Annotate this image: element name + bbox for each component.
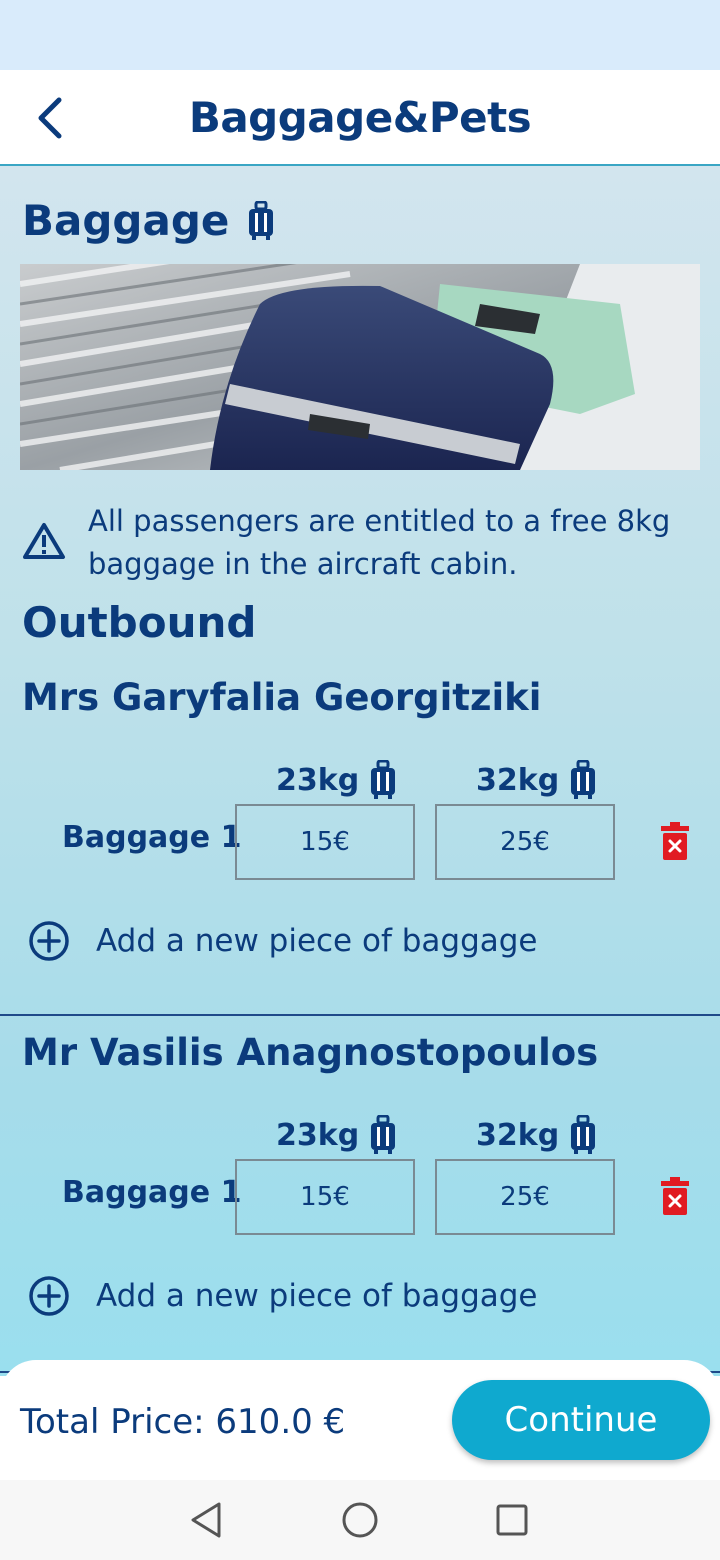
weight-label: 23kg: [276, 762, 360, 798]
nav-back-button[interactable]: [186, 1500, 226, 1540]
price-option-32kg[interactable]: 25€: [435, 1159, 615, 1235]
nav-back-icon: [191, 1502, 221, 1538]
price-option-32kg[interactable]: 25€: [435, 804, 615, 880]
back-icon: [38, 97, 62, 139]
checkout-footer: Total Price: 610.0 € Continue: [0, 1360, 720, 1480]
luggage-icon: [569, 1115, 597, 1155]
back-button[interactable]: [28, 94, 72, 142]
main-content: Baggage All passengers are entitled to a…: [0, 166, 720, 1376]
leg-title: Outbound: [22, 598, 257, 647]
continue-button[interactable]: Continue: [452, 1380, 710, 1460]
plus-circle-icon: [28, 1275, 70, 1317]
plus-circle-icon: [28, 920, 70, 962]
trash-icon: [661, 822, 689, 860]
add-baggage-button[interactable]: Add a new piece of baggage: [28, 1275, 538, 1317]
weight-option-32kg: 32kg: [476, 1115, 597, 1155]
total-price: Total Price: 610.0 €: [20, 1402, 346, 1442]
weight-label: 32kg: [476, 1117, 560, 1153]
luggage-icon: [369, 760, 397, 800]
baggage-hero-image: [20, 264, 700, 470]
price-option-23kg[interactable]: 15€: [235, 1159, 415, 1235]
luggage-icon: [247, 200, 275, 241]
weight-option-23kg: 23kg: [276, 1115, 397, 1155]
trash-icon: [661, 1177, 689, 1215]
system-nav-bar: [0, 1480, 720, 1560]
add-baggage-label: Add a new piece of baggage: [96, 1278, 538, 1314]
cabin-baggage-notice: All passengers are entitled to a free 8k…: [22, 500, 702, 586]
weight-label: 32kg: [476, 762, 560, 798]
delete-baggage-button[interactable]: [660, 822, 690, 862]
nav-recents-icon: [496, 1504, 528, 1536]
passenger-name: Mrs Garyfalia Georgitziki: [22, 676, 542, 719]
nav-recents-button[interactable]: [492, 1500, 532, 1540]
notice-text: All passengers are entitled to a free 8k…: [88, 504, 671, 581]
luggage-icon: [569, 760, 597, 800]
page-title: Baggage&Pets: [188, 92, 532, 142]
status-bar: [0, 0, 720, 70]
luggage-icon: [369, 1115, 397, 1155]
add-baggage-button[interactable]: Add a new piece of baggage: [28, 920, 538, 962]
section-title: Baggage: [22, 196, 275, 245]
app-header: Baggage&Pets: [0, 70, 720, 166]
weight-option-32kg: 32kg: [476, 760, 597, 800]
warning-icon: [22, 522, 66, 564]
nav-home-icon: [342, 1502, 378, 1538]
baggage-label: Baggage 1: [62, 1175, 242, 1210]
weight-option-23kg: 23kg: [276, 760, 397, 800]
baggage-label: Baggage 1: [62, 820, 242, 855]
price-option-23kg[interactable]: 15€: [235, 804, 415, 880]
passenger-name: Mr Vasilis Anagnostopoulos: [22, 1031, 599, 1074]
delete-baggage-button[interactable]: [660, 1177, 690, 1217]
passenger-divider: [0, 1014, 720, 1016]
add-baggage-label: Add a new piece of baggage: [96, 923, 538, 959]
section-title-text: Baggage: [22, 196, 230, 245]
nav-home-button[interactable]: [340, 1500, 380, 1540]
weight-label: 23kg: [276, 1117, 360, 1153]
